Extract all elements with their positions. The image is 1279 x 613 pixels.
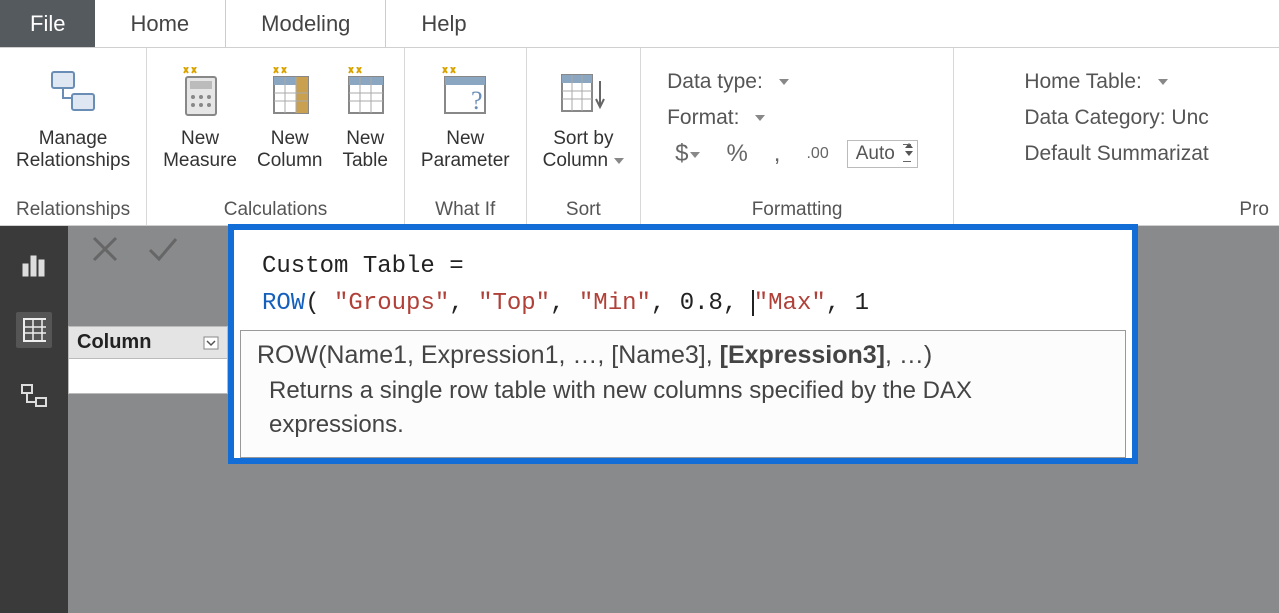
decimals-icon: .00 <box>798 145 836 163</box>
group-formatting-label: Formatting <box>752 197 843 225</box>
new-table-button[interactable]: New Table <box>332 54 397 172</box>
ribbon: Manage Relationships Relationships New M… <box>0 48 1279 226</box>
content: Column Custom Table = ROW( "Groups", "To… <box>68 226 1279 613</box>
percent-button[interactable]: % <box>718 140 755 168</box>
group-relationships-label: Relationships <box>16 197 130 225</box>
new-measure-button[interactable]: New Measure <box>153 54 247 172</box>
chevron-down-icon <box>203 336 219 350</box>
group-whatif-label: What If <box>435 197 495 225</box>
tab-modeling[interactable]: Modeling <box>225 0 386 47</box>
formula-arg: "Max" <box>754 290 826 317</box>
new-parameter-label: New Parameter <box>421 128 510 172</box>
group-calculations: New Measure New Column New Table Calcula… <box>147 48 405 225</box>
format-dropdown[interactable]: Format: <box>667 100 927 136</box>
group-properties-label: Pro <box>960 197 1273 225</box>
dropdown-caret-icon <box>614 158 624 164</box>
formula-arg: 0.8 <box>680 290 723 317</box>
tab-strip: File Home Modeling Help <box>0 0 1279 48</box>
default-summarization-dropdown[interactable]: Default Summarizat <box>1024 136 1208 172</box>
fields-header-label: Column <box>77 331 151 354</box>
cancel-formula-button[interactable] <box>90 234 120 264</box>
data-category-dropdown[interactable]: Data Category: Unc <box>1024 100 1208 136</box>
group-sort: Sort by Column Sort <box>527 48 641 225</box>
new-column-label: New Column <box>257 128 322 172</box>
sort-by-column-label: Sort by Column <box>543 128 624 172</box>
formula-arg: "Top" <box>478 290 550 317</box>
tooltip-signature: ROW(Name1, Expression1, …, [Name3], [Exp… <box>257 337 1109 373</box>
decimal-places-stepper[interactable]: Auto <box>847 140 918 168</box>
formula-lhs: Custom Table = <box>262 253 464 280</box>
group-calculations-label: Calculations <box>224 197 328 225</box>
table-icon <box>343 60 387 124</box>
format-label: Format: <box>667 106 739 130</box>
new-column-button[interactable]: New Column <box>247 54 332 172</box>
formula-arg: 1 <box>855 290 869 317</box>
tooltip-description: Returns a single row table with new colu… <box>257 374 1109 444</box>
currency-button[interactable]: $ <box>667 140 708 168</box>
new-table-label: New Table <box>342 128 387 172</box>
chevron-down-icon <box>755 115 765 121</box>
intellisense-tooltip: ROW(Name1, Expression1, …, [Name3], [Exp… <box>240 330 1126 458</box>
manage-relationships-button[interactable]: Manage Relationships <box>6 54 140 172</box>
decimal-places-value: Auto <box>856 143 895 164</box>
fields-body <box>69 359 227 393</box>
formula-editor-highlight: Custom Table = ROW( "Groups", "Top", "Mi… <box>228 224 1138 464</box>
group-properties: Home Table: Data Category: Unc Default S… <box>954 48 1279 225</box>
formula-editor[interactable]: Custom Table = ROW( "Groups", "Top", "Mi… <box>234 230 1132 330</box>
commit-formula-button[interactable] <box>146 234 180 264</box>
data-type-dropdown[interactable]: Data type: <box>667 64 927 100</box>
sort-by-column-button[interactable]: Sort by Column <box>533 54 634 172</box>
relationships-icon <box>46 60 100 124</box>
new-measure-label: New Measure <box>163 128 237 172</box>
formula-function: ROW <box>262 290 305 317</box>
tab-home[interactable]: Home <box>95 0 225 47</box>
thousands-button[interactable]: , <box>766 140 789 168</box>
chevron-down-icon <box>779 79 789 85</box>
sort-icon <box>556 60 610 124</box>
svg-text:?: ? <box>471 86 483 115</box>
column-dropdown[interactable]: Column <box>69 327 227 359</box>
formula-bar-actions <box>90 234 180 264</box>
work-area: Column Custom Table = ROW( "Groups", "To… <box>0 226 1279 613</box>
formula-open: ( <box>305 290 334 317</box>
home-table-label: Home Table: <box>1024 70 1142 94</box>
new-parameter-button[interactable]: ? New Parameter <box>411 54 520 172</box>
manage-relationships-label: Manage Relationships <box>16 128 130 172</box>
chevron-down-icon <box>1158 79 1168 85</box>
tab-file[interactable]: File <box>0 0 95 47</box>
parameter-icon: ? <box>437 60 493 124</box>
data-view-button[interactable] <box>16 312 52 348</box>
table-column-icon <box>268 60 312 124</box>
fields-panel: Column <box>68 326 228 394</box>
home-table-dropdown[interactable]: Home Table: <box>1024 64 1208 100</box>
formula-arg: "Min" <box>579 290 651 317</box>
group-sort-label: Sort <box>566 197 601 225</box>
model-view-button[interactable] <box>16 378 52 414</box>
group-relationships: Manage Relationships Relationships <box>0 48 147 225</box>
group-formatting: Data type: Format: $ % , .00 Auto Format… <box>641 48 954 225</box>
report-view-button[interactable] <box>16 246 52 282</box>
text-cursor <box>752 290 754 316</box>
chevron-down-icon <box>690 152 700 158</box>
tab-help[interactable]: Help <box>386 0 502 47</box>
data-type-label: Data type: <box>667 70 763 94</box>
group-whatif: ? New Parameter What If <box>405 48 527 225</box>
view-rail <box>0 226 68 613</box>
formula-arg: "Groups" <box>334 290 449 317</box>
calculator-icon <box>178 60 222 124</box>
